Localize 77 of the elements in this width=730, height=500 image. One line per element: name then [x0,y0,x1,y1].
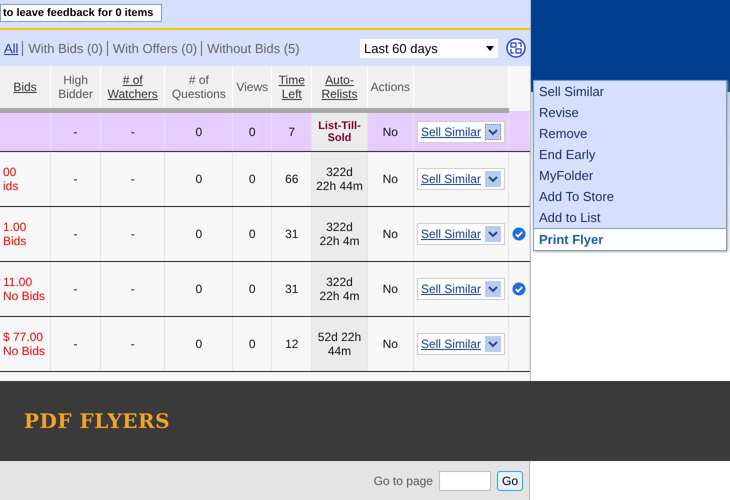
bids-text: No Bids [3,344,46,358]
column-header[interactable]: # of Watchers [100,66,165,110]
auto-relists-cell: No [382,337,398,351]
time-left-cell: 322d 22h 4m [319,275,360,303]
menu-item[interactable]: Sell Similar [534,81,726,102]
watchers-cell: 0 [195,282,202,296]
column-header: High Bidder [50,66,101,110]
menu-item[interactable]: Print Flyer [534,228,726,250]
table-cell: - [130,337,135,351]
menu-item[interactable]: Add to List [534,207,726,228]
column-header: Actions [367,66,414,110]
column-header[interactable]: Auto-Relists [312,66,368,110]
questions-cell: 0 [248,282,256,296]
refresh-icon[interactable] [506,38,526,58]
questions-cell: 0 [248,337,256,351]
questions-cell: 0 [248,227,256,241]
auto-relists-cell: No [382,172,398,186]
views-cell: 12 [285,337,298,351]
views-cell: 31 [285,282,298,296]
watchers-cell: 0 [195,227,202,241]
questions-cell: 0 [248,172,256,186]
price-text: 00 [3,165,18,179]
table-cell: - [130,227,135,241]
time-left-cell: 322d 22h 44m [316,165,363,193]
views-cell: 7 [288,125,296,139]
views-cell: 66 [285,172,298,186]
table-cell: - [130,172,135,186]
high-bidder-cell: - [74,337,78,351]
auto-relists-cell: No [382,125,398,139]
bids-text: No Bids [3,289,46,303]
watchers-cell: 0 [195,337,202,351]
period-select[interactable]: Last 60 days [360,38,498,58]
listing-row[interactable]: - - 0 0 7 List-Till-Sold No Sell Similar [0,110,530,152]
column-header[interactable]: Bids [0,66,50,110]
questions-cell: 0 [248,125,256,139]
menu-item[interactable]: MyFolder [534,165,726,186]
menu-item[interactable]: End Early [534,144,726,165]
bids-text: ids [3,179,20,193]
price-text: 1.00 [3,220,28,234]
auto-relists-cell: No [382,282,398,296]
column-header[interactable]: Time Left [272,66,312,110]
filter-link[interactable]: Without Bids (5) [201,40,300,56]
filter-link[interactable]: With Bids (0) [22,40,103,56]
table-cell: - [130,282,135,296]
column-header: Views [232,66,272,110]
feedback-notice: to leave feedback for 0 items [0,4,162,22]
watchers-cell: 0 [195,125,202,139]
filter-link[interactable]: All [4,40,18,56]
banner-title: PDF FLYERS [24,409,170,433]
high-bidder-cell: - [74,172,78,186]
listing-row[interactable]: 00 ids - - 0 0 66 322d 22h 44m No Sell Similar [0,152,530,206]
listing-row[interactable]: $ 77.00 No Bids - - 0 0 12 52d 22h 44m No Sell Similar [0,316,530,372]
menu-item[interactable]: Remove [534,123,726,144]
dropdown-arrow-icon[interactable] [484,124,501,140]
time-left-cell: 52d 22h 44m [318,330,362,358]
time-left-cell: 322d 22h 4m [319,220,360,248]
page-input[interactable] [438,470,491,490]
go-button[interactable]: Go [496,470,523,490]
table-cell: - [130,125,135,139]
watchers-cell: 0 [195,172,202,186]
go-to-page-label: Go to page [374,474,433,488]
time-left-cell: List-Till-Sold [318,120,361,144]
listing-row[interactable]: 11.00 No Bids - - 0 0 31 322d 22h 4m No Sell Similar [0,262,530,316]
filter-link[interactable]: With Offers (0) [106,40,198,56]
price-text: 11.00 [3,275,34,289]
views-cell: 31 [285,227,298,241]
auto-relists-cell: No [382,227,398,241]
price-text: $ 77.00 [3,330,44,344]
high-bidder-cell: - [74,227,78,241]
high-bidder-cell: - [74,282,78,296]
bids-text: Bids [3,234,28,248]
menu-item[interactable]: Add To Store [534,186,726,207]
high-bidder-cell: - [74,125,78,139]
column-header: # of Questions [164,66,233,110]
listing-row[interactable]: 1.00 Bids - - 0 0 31 322d 22h 4m No Sell Similar [0,206,530,262]
caret-icon [486,46,494,50]
menu-item[interactable]: Revise [534,102,726,123]
